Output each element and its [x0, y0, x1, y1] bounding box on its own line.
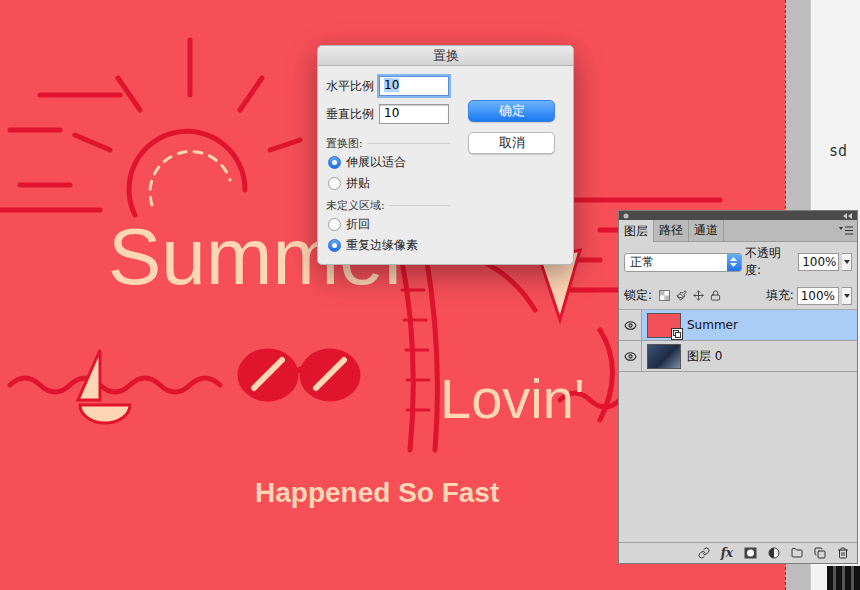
panel-tab[interactable]: 通道 [689, 220, 724, 241]
lock-transparent-icon[interactable] [659, 290, 670, 301]
fx-button[interactable]: fx [721, 546, 733, 560]
scale-input[interactable]: 10 [379, 76, 449, 96]
radio-button[interactable] [328, 218, 341, 231]
menu-icon[interactable] [839, 226, 853, 235]
smart-object-icon [671, 328, 683, 340]
radio-option[interactable]: 拼贴 [326, 173, 450, 194]
dialog-body: 水平比例10垂直比例10置换图:伸展以适合拼贴未定义区域:折回重复边缘像素确定取… [318, 66, 573, 264]
dialog-title: 置换 [318, 46, 573, 66]
mask-icon[interactable] [744, 547, 757, 559]
collapse-icon[interactable] [843, 213, 853, 219]
blend-row: 正常不透明度:100% [619, 242, 857, 282]
opacity-arrow[interactable] [842, 253, 852, 271]
panel-menu-button[interactable] [835, 220, 857, 241]
background-strip [827, 566, 860, 590]
layers-list-empty [619, 372, 857, 542]
lock-row: 锁定: 填充:100% [619, 282, 857, 310]
fill-arrow[interactable] [842, 287, 852, 305]
layer-row[interactable]: Summer [619, 310, 857, 341]
scale-field-row: 垂直比例10 [326, 104, 450, 124]
panel-tab[interactable]: 路径 [654, 220, 689, 241]
layer-thumbnail [647, 313, 681, 338]
field-label: 水平比例 [326, 78, 379, 95]
lock-options [659, 290, 721, 301]
radio-button[interactable] [328, 156, 341, 169]
visibility-toggle[interactable] [619, 310, 642, 340]
radio-option[interactable]: 折回 [326, 214, 450, 235]
new-layer-icon[interactable] [814, 547, 826, 559]
arrow-down-icon [844, 260, 850, 264]
group-title: 未定义区域: [326, 196, 450, 214]
arrow-down-icon [844, 294, 850, 298]
fill-input[interactable]: 100% [797, 287, 839, 305]
radio-group: 未定义区域:折回重复边缘像素 [326, 196, 450, 256]
ok-button[interactable]: 确定 [468, 100, 555, 122]
adjustment-icon[interactable] [768, 547, 780, 559]
trash-icon[interactable] [837, 547, 849, 559]
layer-name: Summer [687, 318, 738, 332]
lock-pixels-icon[interactable] [676, 290, 687, 301]
fill-label: 填充: [766, 287, 794, 304]
panel-header [619, 211, 857, 220]
panel-tab[interactable]: 图层 [619, 220, 654, 242]
background-text: sd [829, 142, 860, 160]
photoshop-workspace: SummerLovin'Happened So Fastsd置换水平比例10垂直… [0, 0, 860, 590]
opacity-input[interactable]: 100% [798, 253, 839, 271]
layers-panel: 图层路径通道正常不透明度:100%锁定:填充:100%Summer图层 0fx [618, 210, 858, 564]
layers-toolbar: fx [619, 542, 857, 563]
artwork-subtitle: Lovin' [440, 368, 585, 430]
lock-label: 锁定: [624, 287, 652, 304]
layer-row[interactable]: 图层 0 [619, 341, 857, 372]
visibility-toggle[interactable] [619, 341, 642, 371]
dialog-buttons: 确定取消 [468, 76, 555, 256]
lock-position-icon[interactable] [693, 290, 704, 301]
cancel-button[interactable]: 取消 [468, 132, 555, 154]
dialog-options: 水平比例10垂直比例10置换图:伸展以适合拼贴未定义区域:折回重复边缘像素 [326, 76, 450, 256]
group-title: 置换图: [326, 134, 450, 152]
lock-all-icon[interactable] [710, 290, 721, 301]
radio-button[interactable] [328, 177, 341, 190]
scale-field-row: 水平比例10 [326, 76, 450, 96]
opacity-label: 不透明度: [745, 245, 795, 279]
eye-icon[interactable] [624, 319, 637, 332]
close-icon[interactable] [623, 213, 629, 219]
eye-icon[interactable] [624, 350, 637, 363]
radio-option[interactable]: 伸展以适合 [326, 152, 450, 173]
field-label: 垂直比例 [326, 106, 379, 123]
blend-mode-select[interactable]: 正常 [624, 253, 742, 272]
folder-icon[interactable] [791, 547, 803, 559]
panel-tabs: 图层路径通道 [619, 220, 857, 242]
layer-name: 图层 0 [687, 348, 722, 365]
dropdown-icon [730, 257, 737, 267]
layer-thumbnail [647, 344, 681, 369]
scale-input[interactable]: 10 [379, 104, 449, 124]
link-icon[interactable] [698, 547, 710, 559]
displace-dialog: 置换水平比例10垂直比例10置换图:伸展以适合拼贴未定义区域:折回重复边缘像素确… [317, 45, 574, 265]
radio-button[interactable] [328, 239, 341, 252]
radio-group: 置换图:伸展以适合拼贴 [326, 134, 450, 194]
artwork-tagline: Happened So Fast [255, 478, 499, 509]
radio-option[interactable]: 重复边缘像素 [326, 235, 450, 256]
